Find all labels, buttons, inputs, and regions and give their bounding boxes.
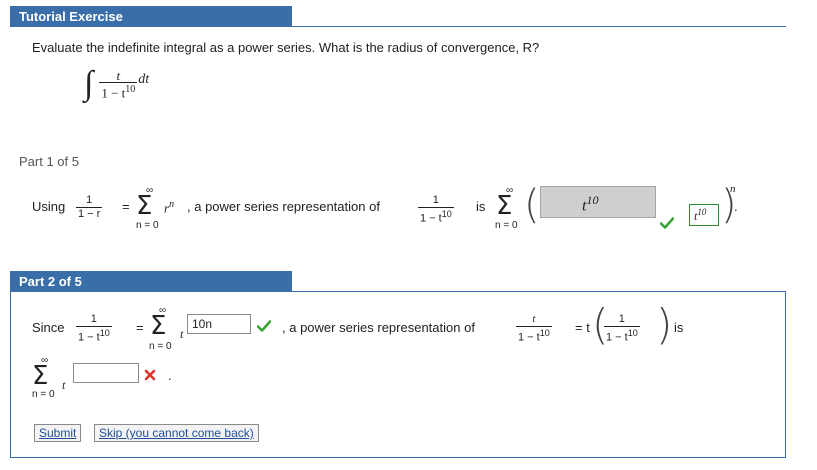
part1-sum-bottom: n = 0: [136, 220, 159, 231]
skip-button[interactable]: Skip (you cannot come back): [94, 424, 259, 442]
display-exp: 10: [697, 207, 707, 217]
part1-equals: =: [122, 199, 130, 214]
part1-answer-display: t10: [689, 204, 719, 226]
part2-den-exp: 10: [99, 328, 110, 338]
part1-answer-value: t10: [582, 193, 598, 215]
part2-series-input[interactable]: [73, 363, 139, 383]
part2-frac2-den: 1 − t10: [516, 326, 552, 345]
part2-frac-num: 1: [90, 313, 97, 325]
part1-phrase: , a power series representation of: [187, 199, 380, 214]
part2-frac2-den-base: 1 − t: [518, 331, 540, 344]
part1-row: Using 1 1 − r = ∞ Σ n = 0 rn , a power s…: [32, 182, 802, 231]
part1-sigma2: Σ: [496, 191, 513, 221]
part2-eq-t: = t: [575, 320, 590, 335]
part2-fraction3: 1 1 − t10: [604, 313, 640, 345]
denominator-base: 1 − t: [101, 85, 126, 101]
part1-sigma: Σ: [136, 191, 153, 221]
part1-answer-box[interactable]: t10: [540, 186, 656, 218]
part2-sum-bottom: n = 0: [149, 341, 172, 352]
part1-geometric-fraction: 1 1 − r: [76, 194, 103, 221]
part2-exponent-input[interactable]: [187, 314, 251, 334]
integral-fraction: t 1 − t10: [99, 67, 138, 101]
part1-frac-num: 1: [86, 194, 93, 206]
integral-dt: dt: [138, 72, 150, 87]
integral-sign: ∫: [84, 65, 94, 102]
part2-frac3-den-exp: 10: [627, 328, 638, 338]
part1-target-fraction: 1 1 − t10: [418, 194, 454, 226]
answer-display-value: t10: [694, 207, 706, 224]
part1-left-paren: (: [524, 182, 540, 228]
part2-fraction2: t 1 − t10: [516, 313, 552, 345]
part2-is: is: [674, 320, 684, 335]
denominator-exp: 10: [125, 83, 136, 95]
part2-den-base: 1 − t: [78, 331, 100, 344]
part2-since: Since: [32, 320, 65, 335]
part2-fraction: 1 1 − t10: [76, 313, 112, 345]
r-exp: n: [169, 199, 175, 210]
part2-sigma2: Σ: [32, 361, 49, 391]
part1-outer-exp: n: [730, 183, 736, 195]
part2-label: Part 2 of 5: [19, 274, 82, 289]
part2-t-term: t: [180, 327, 184, 341]
part2-period: .: [168, 368, 172, 383]
part1-label: Part 1 of 5: [19, 154, 79, 169]
part2-right-paren: ): [656, 300, 673, 349]
part2-series-row: ∞ Σ n = 0 t .: [32, 356, 232, 406]
part2-frac-den: 1 − t10: [76, 326, 112, 345]
problem-integral: ∫ t 1 − t10 dt: [84, 64, 149, 104]
part2-frac3-num: 1: [618, 313, 625, 325]
integral-denominator: 1 − t10: [99, 81, 138, 101]
part1-is: is: [476, 199, 486, 214]
part1-using: Using: [32, 199, 66, 214]
problem-prompt: Evaluate the indefinite integral as a po…: [32, 40, 540, 55]
part2-header: Part 2 of 5: [10, 271, 292, 292]
part1-check-icon: [659, 216, 675, 234]
part1-r-term: rn: [164, 199, 174, 216]
part2-frac3-den-base: 1 − t: [606, 331, 628, 344]
part1-frac2-den: 1 − t10: [418, 207, 454, 226]
part1-sum2-bottom: n = 0: [495, 220, 518, 231]
submit-button[interactable]: Submit: [34, 424, 82, 442]
part2-frac3-den: 1 − t10: [604, 326, 640, 345]
part2-check-icon: [256, 319, 272, 337]
part2-phrase: , a power series representation of: [282, 320, 475, 335]
part2-t2-term: t: [62, 378, 66, 392]
header-rule: [292, 26, 786, 27]
integral-numerator: t: [116, 67, 121, 83]
part1-frac2-num: 1: [432, 194, 439, 206]
frac2-den-base: 1 − t: [420, 212, 442, 225]
tutorial-title: Tutorial Exercise: [19, 9, 123, 24]
part2-cross-icon: [144, 368, 156, 386]
part2-equals: =: [136, 320, 144, 335]
frac2-den-exp: 10: [441, 209, 452, 219]
part2-frac2-num: t: [532, 313, 536, 325]
part2-sum2-bottom: n = 0: [32, 389, 55, 400]
tutorial-header: Tutorial Exercise: [10, 6, 292, 27]
answer-exp: 10: [586, 193, 599, 207]
part2-frac2-den-exp: 10: [539, 328, 550, 338]
part2-row: Since 1 1 − t10 = ∞ Σ n = 0 t , a power …: [32, 300, 782, 356]
part1-frac-den: 1 − r: [76, 207, 103, 220]
part1-period: .: [734, 199, 738, 214]
part2-sigma: Σ: [150, 311, 167, 341]
